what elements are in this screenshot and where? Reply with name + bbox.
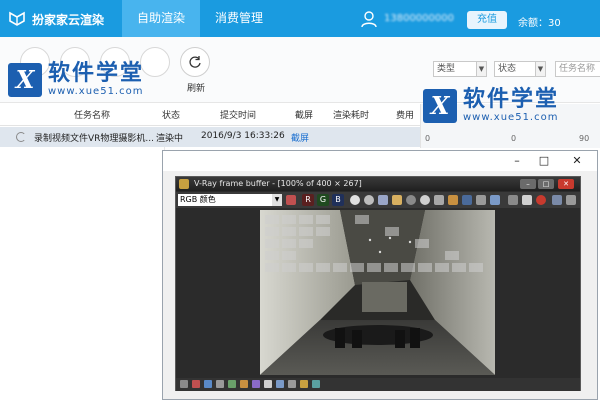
window-titlebar[interactable]: – □ ✕ bbox=[163, 151, 597, 171]
red-channel-button[interactable]: R bbox=[302, 194, 314, 206]
top-navigation-bar: 扮家家云渲染 自助渲染 消费管理 13800000000 充值 余额：30 bbox=[0, 0, 600, 37]
status-filter-select[interactable]: 状态 ▼ bbox=[494, 61, 546, 77]
tool-icon[interactable] bbox=[552, 195, 562, 205]
bottom-tool-icon[interactable] bbox=[300, 380, 308, 388]
bottom-tool-icon[interactable] bbox=[228, 380, 236, 388]
sphere-icon[interactable] bbox=[406, 195, 416, 205]
render-preview-image bbox=[260, 210, 495, 375]
vray-frame-buffer: V-Ray frame buffer - [100% of 400 × 267]… bbox=[175, 176, 581, 391]
chevron-down-icon: ▼ bbox=[272, 194, 282, 206]
bottom-tool-icon[interactable] bbox=[216, 380, 224, 388]
bottom-tool-icon[interactable] bbox=[276, 380, 284, 388]
vray-maximize-button[interactable]: □ bbox=[538, 179, 554, 189]
watermark: X 软件学堂 www.xue51.com bbox=[8, 62, 144, 97]
bottom-tool-icon[interactable] bbox=[192, 380, 200, 388]
watermark-url: www.xue51.com bbox=[463, 112, 559, 123]
task-name-cell: 录制视频文件VR物理摄影机... bbox=[34, 134, 154, 144]
task-list-area bbox=[0, 147, 165, 400]
gray-circle-icon[interactable] bbox=[364, 195, 374, 205]
column-header-render-time[interactable]: 渲染耗时 bbox=[333, 108, 369, 121]
loading-spinner-icon bbox=[16, 132, 26, 142]
watermark: X 软件学堂 www.xue51.com bbox=[423, 88, 559, 123]
tab-consumption-management[interactable]: 消费管理 bbox=[203, 0, 275, 37]
bottom-tool-icon[interactable] bbox=[288, 380, 296, 388]
recharge-button[interactable]: 充值 bbox=[467, 11, 507, 29]
tool-icon[interactable] bbox=[566, 195, 576, 205]
refresh-label: 刷新 bbox=[186, 84, 205, 94]
vray-close-button[interactable]: ✕ bbox=[558, 179, 574, 189]
task-name-search-input[interactable]: 任务名称 bbox=[555, 61, 600, 77]
info-value: 90 bbox=[579, 134, 590, 143]
task-submit-time-cell: 2016/9/3 16:33:26 bbox=[201, 131, 285, 141]
user-phone-number: 13800000000 bbox=[384, 13, 454, 24]
table-row[interactable]: 录制视频文件VR物理摄影机... 渲染中 2016/9/3 16:33:26 截… bbox=[0, 127, 420, 147]
vray-minimize-button[interactable]: – bbox=[520, 179, 536, 189]
column-header-status[interactable]: 状态 bbox=[162, 108, 180, 121]
watermark-url: www.xue51.com bbox=[48, 86, 144, 97]
eye-icon[interactable] bbox=[490, 195, 500, 205]
vray-app-icon bbox=[179, 179, 189, 189]
channel-value: RGB 颜色 bbox=[180, 195, 216, 204]
folder-icon[interactable] bbox=[392, 195, 402, 205]
save-icon[interactable] bbox=[378, 195, 388, 205]
task-screenshot-link[interactable]: 截屏 bbox=[291, 131, 309, 144]
chevron-down-icon: ▼ bbox=[535, 62, 545, 76]
screenshot-preview-window: – □ ✕ V-Ray frame buffer - [100% of 400 … bbox=[162, 150, 598, 400]
bottom-tool-icon[interactable] bbox=[204, 380, 212, 388]
app-window: 扮家家云渲染 自助渲染 消费管理 13800000000 充值 余额：30 刷新 bbox=[0, 0, 600, 400]
toolbar-button-4[interactable] bbox=[140, 47, 170, 77]
vray-status-bar bbox=[176, 378, 580, 391]
type-filter-value: 类型 bbox=[437, 64, 456, 74]
bottom-tool-icon[interactable] bbox=[180, 380, 188, 388]
tool-icon[interactable] bbox=[462, 195, 472, 205]
vray-titlebar: V-Ray frame buffer - [100% of 400 × 267]… bbox=[176, 177, 580, 191]
app-name: 扮家家云渲染 bbox=[32, 12, 105, 27]
balance-text: 余额：30 bbox=[518, 18, 561, 29]
tool-icon[interactable] bbox=[522, 195, 532, 205]
color-picker-icon[interactable] bbox=[286, 195, 296, 205]
channel-select[interactable]: RGB 颜色 ▼ bbox=[178, 194, 282, 206]
bottom-tool-icon[interactable] bbox=[252, 380, 260, 388]
status-filter-value: 状态 bbox=[498, 64, 517, 74]
column-header-screenshot[interactable]: 截屏 bbox=[295, 108, 313, 121]
column-header-cost[interactable]: 费用 bbox=[396, 108, 414, 121]
green-channel-button[interactable]: G bbox=[317, 194, 329, 206]
brand: 扮家家云渲染 bbox=[8, 9, 104, 29]
task-table-header: 任务名称 状态 提交时间 截屏 渲染耗时 费用 bbox=[0, 104, 420, 126]
tool-icon[interactable] bbox=[476, 195, 486, 205]
watermark-logo-icon: X bbox=[8, 62, 42, 97]
tool-icon[interactable] bbox=[448, 195, 458, 205]
stop-render-icon[interactable] bbox=[536, 195, 546, 205]
light-sphere-icon[interactable] bbox=[420, 195, 430, 205]
bottom-tool-icon[interactable] bbox=[312, 380, 320, 388]
info-value: 0 bbox=[511, 134, 517, 143]
bottom-tool-icon[interactable] bbox=[240, 380, 248, 388]
tool-icon[interactable] bbox=[508, 195, 518, 205]
type-filter-select[interactable]: 类型 ▼ bbox=[433, 61, 487, 77]
maximize-button[interactable]: □ bbox=[536, 154, 552, 168]
blue-channel-button[interactable]: B bbox=[332, 194, 344, 206]
info-value: 0 bbox=[425, 134, 431, 143]
close-button[interactable]: ✕ bbox=[569, 154, 585, 168]
brand-logo-icon bbox=[9, 11, 25, 26]
white-circle-icon[interactable] bbox=[350, 195, 360, 205]
tool-icon[interactable] bbox=[434, 195, 444, 205]
bottom-tool-icon[interactable] bbox=[264, 380, 272, 388]
watermark-title: 软件学堂 bbox=[48, 61, 145, 86]
vray-title: V-Ray frame buffer - [100% of 400 × 267] bbox=[194, 179, 362, 188]
chevron-down-icon: ▼ bbox=[476, 62, 486, 76]
refresh-icon bbox=[180, 47, 210, 77]
watermark-logo-icon: X bbox=[423, 88, 457, 123]
column-header-task-name[interactable]: 任务名称 bbox=[74, 108, 110, 121]
task-status-cell: 渲染中 bbox=[156, 134, 184, 144]
minimize-button[interactable]: – bbox=[509, 154, 525, 168]
tab-self-render[interactable]: 自助渲染 bbox=[122, 0, 200, 37]
user-icon[interactable] bbox=[360, 10, 378, 28]
refresh-button[interactable]: 刷新 bbox=[176, 47, 216, 99]
watermark-title: 软件学堂 bbox=[463, 87, 560, 112]
column-header-submit-time[interactable]: 提交时间 bbox=[220, 108, 256, 121]
vray-toolbar: RGB 颜色 ▼ R G B bbox=[176, 192, 580, 208]
